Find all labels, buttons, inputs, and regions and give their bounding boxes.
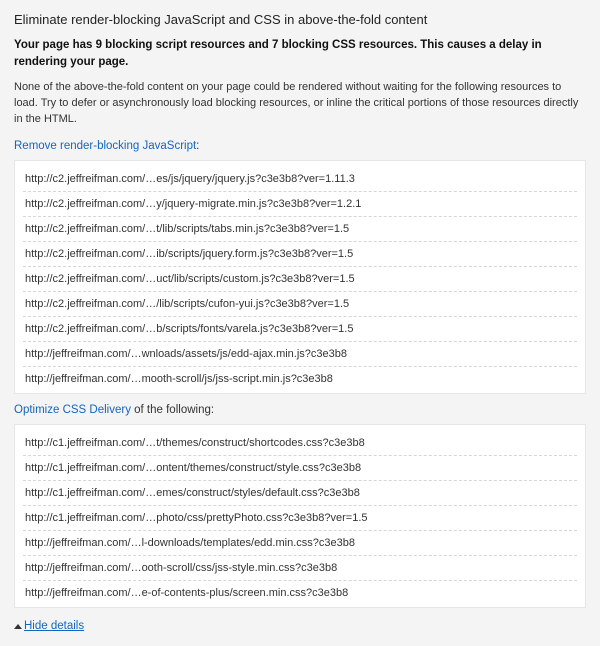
list-item: http://c2.jeffreifman.com/…t/lib/scripts…: [23, 217, 577, 242]
list-item: http://c2.jeffreifman.com/…b/scripts/fon…: [23, 317, 577, 342]
list-item: http://c2.jeffreifman.com/…uct/lib/scrip…: [23, 267, 577, 292]
rule-title: Eliminate render-blocking JavaScript and…: [14, 12, 586, 27]
list-item: http://jeffreifman.com/…e-of-contents-pl…: [23, 581, 577, 605]
list-item: http://c2.jeffreifman.com/…y/jquery-migr…: [23, 192, 577, 217]
list-item: http://c1.jeffreifman.com/…photo/css/pre…: [23, 506, 577, 531]
js-subheading: Remove render-blocking JavaScript:: [14, 140, 586, 152]
css-subheading-suffix: of the following:: [131, 404, 214, 416]
css-resource-list: http://c1.jeffreifman.com/…t/themes/cons…: [14, 424, 586, 608]
rule-explanation: None of the above-the-fold content on yo…: [14, 80, 586, 128]
list-item: http://jeffreifman.com/…wnloads/assets/j…: [23, 342, 577, 367]
list-item: http://c1.jeffreifman.com/…t/themes/cons…: [23, 431, 577, 456]
triangle-up-icon: [14, 624, 22, 629]
list-item: http://c2.jeffreifman.com/…ib/scripts/jq…: [23, 242, 577, 267]
js-resource-list: http://c2.jeffreifman.com/…es/js/jquery/…: [14, 160, 586, 394]
rule-summary: Your page has 9 blocking script resource…: [14, 37, 586, 70]
list-item: http://c2.jeffreifman.com/…es/js/jquery/…: [23, 167, 577, 192]
optimize-css-delivery-link[interactable]: Optimize CSS Delivery: [14, 404, 131, 416]
list-item: http://c2.jeffreifman.com/…/lib/scripts/…: [23, 292, 577, 317]
list-item: http://jeffreifman.com/…l-downloads/temp…: [23, 531, 577, 556]
hide-details-toggle[interactable]: Hide details: [14, 620, 84, 632]
js-subheading-suffix: :: [196, 140, 199, 152]
list-item: http://c1.jeffreifman.com/…emes/construc…: [23, 481, 577, 506]
css-subheading: Optimize CSS Delivery of the following:: [14, 404, 586, 416]
hide-details-label: Hide details: [24, 620, 84, 632]
remove-blocking-js-link[interactable]: Remove render-blocking JavaScript: [14, 140, 196, 152]
list-item: http://jeffreifman.com/…mooth-scroll/js/…: [23, 367, 577, 391]
list-item: http://jeffreifman.com/…ooth-scroll/css/…: [23, 556, 577, 581]
list-item: http://c1.jeffreifman.com/…ontent/themes…: [23, 456, 577, 481]
